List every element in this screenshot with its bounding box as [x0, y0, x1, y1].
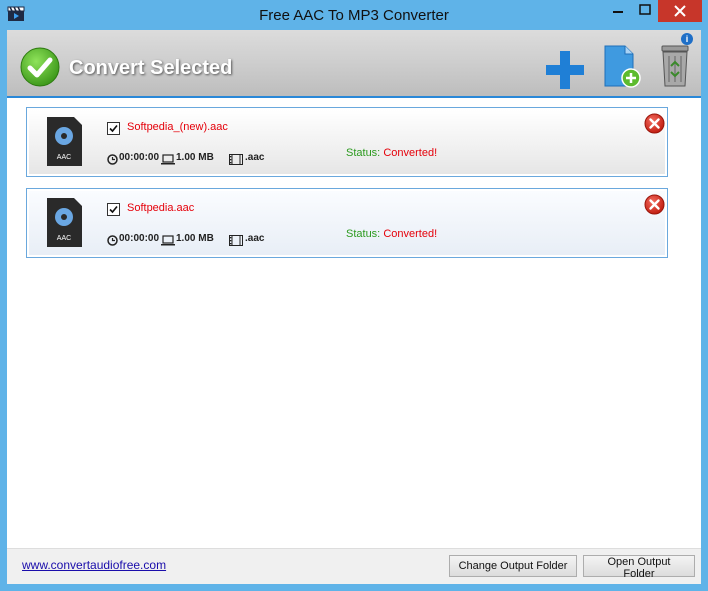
status-value: Converted!: [383, 147, 438, 159]
minimize-icon: [613, 11, 623, 13]
clock-icon: [107, 235, 118, 246]
website-link[interactable]: www.convertaudiofree.com: [22, 558, 166, 572]
open-output-folder-button[interactable]: Open Output Folder: [583, 555, 695, 580]
maximize-icon: [639, 4, 651, 15]
status-text: Status: Converted!: [346, 228, 437, 240]
toolbar: i Convert Selected: [7, 30, 701, 96]
checkbox-check-icon: [109, 205, 118, 214]
file-item-background: AAC Softpedia_(new).aac 00:00:00 1.00 MB…: [29, 110, 665, 174]
checkmark-icon[interactable]: [20, 47, 60, 87]
file-item[interactable]: AAC Softpedia_(new).aac 00:00:00 1.00 MB…: [26, 107, 668, 177]
clock-icon: [107, 154, 118, 165]
toolbar-divider: [7, 96, 701, 98]
file-item-background: AAC Softpedia.aac 00:00:00 1.00 MB .aac …: [29, 191, 665, 255]
file-name: Softpedia.aac: [127, 202, 195, 214]
file-format: .aac: [245, 152, 265, 163]
film-format-icon: [229, 154, 243, 165]
laptop-size-icon: [161, 235, 175, 246]
window-title: Free AAC To MP3 Converter: [259, 7, 449, 24]
file-type-label: AAC: [57, 154, 71, 161]
client-area: i Convert Selected AAC Softpedia_(new).a…: [7, 30, 701, 584]
file-name: Softpedia_(new).aac: [127, 121, 228, 133]
file-item[interactable]: AAC Softpedia.aac 00:00:00 1.00 MB .aac …: [26, 188, 668, 258]
add-file-icon[interactable]: [603, 44, 643, 90]
film-format-icon: [229, 235, 243, 246]
close-icon: [674, 5, 686, 17]
close-window-button[interactable]: [658, 0, 702, 22]
recycle-bin-icon[interactable]: [659, 44, 691, 88]
file-format: .aac: [245, 233, 265, 244]
file-checkbox[interactable]: [107, 203, 120, 216]
status-label: Status:: [346, 147, 381, 159]
file-size: 1.00 MB: [176, 233, 214, 244]
remove-file-icon[interactable]: [644, 194, 665, 215]
file-duration: 00:00:00: [119, 233, 160, 244]
minimize-button[interactable]: [604, 0, 632, 22]
checkbox-check-icon: [109, 124, 118, 133]
file-duration: 00:00:00: [119, 152, 160, 163]
footer-bar: www.convertaudiofree.com Change Output F…: [7, 548, 701, 584]
aac-file-icon: AAC: [47, 198, 82, 247]
change-output-folder-button[interactable]: Change Output Folder: [449, 555, 577, 577]
file-size: 1.00 MB: [176, 152, 214, 163]
convert-selected-button[interactable]: Convert Selected: [69, 57, 232, 80]
status-text: Status: Converted!: [346, 147, 437, 159]
app-window: Free AAC To MP3 Converter i Convert Sele…: [0, 0, 708, 591]
title-bar[interactable]: Free AAC To MP3 Converter: [0, 0, 708, 30]
remove-file-icon[interactable]: [644, 113, 665, 134]
laptop-size-icon: [161, 154, 175, 165]
status-label: Status:: [346, 228, 381, 240]
aac-file-icon: AAC: [47, 117, 82, 166]
status-value: Converted!: [383, 228, 438, 240]
maximize-button[interactable]: [632, 0, 658, 22]
plus-icon[interactable]: [544, 49, 586, 91]
file-checkbox[interactable]: [107, 122, 120, 135]
file-type-label: AAC: [57, 235, 71, 242]
